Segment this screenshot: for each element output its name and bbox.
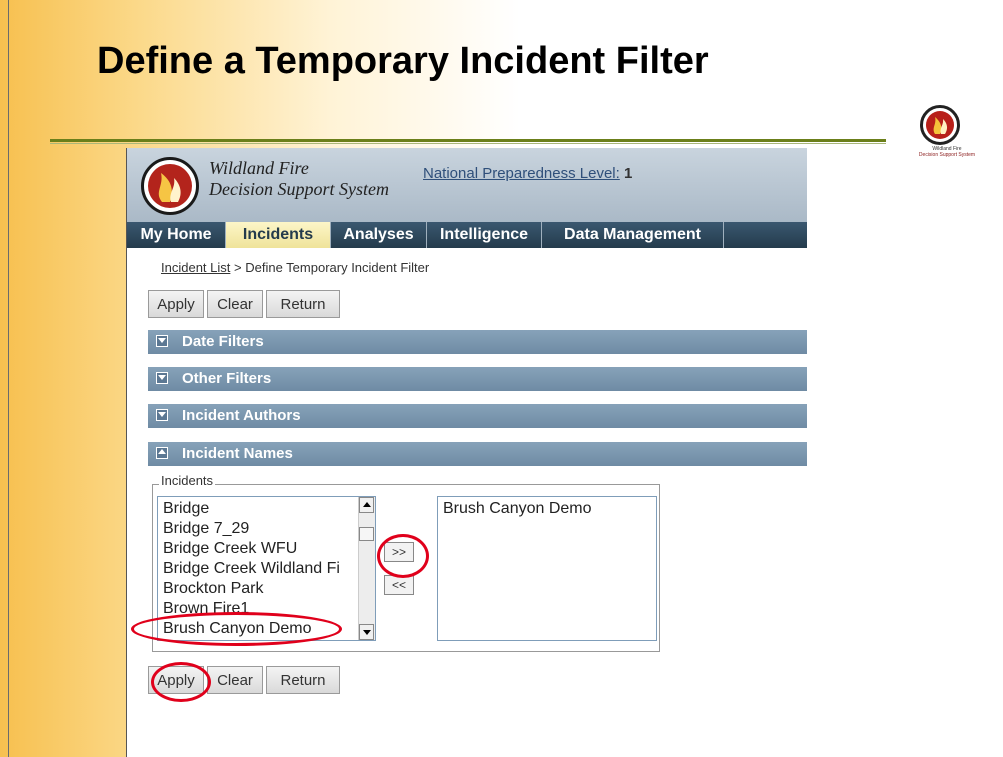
tab-analyses[interactable]: Analyses	[331, 222, 427, 248]
wfdss-screenshot: Wildland Fire Decision Support System Na…	[126, 148, 807, 757]
section-other-filters[interactable]: Other Filters	[148, 367, 807, 391]
flame-logo-icon	[141, 157, 199, 215]
expand-icon[interactable]	[156, 372, 168, 384]
move-left-button[interactable]: <<	[384, 575, 414, 595]
tab-intelligence[interactable]: Intelligence	[427, 222, 542, 248]
scroll-thumb[interactable]	[359, 527, 374, 541]
incidents-legend: Incidents	[159, 473, 216, 488]
tab-my-home[interactable]: My Home	[127, 222, 226, 248]
slide-left-border	[8, 0, 9, 757]
clear-button-top[interactable]: Clear	[207, 290, 263, 318]
npl-value: 1	[623, 165, 633, 182]
scroll-down-icon[interactable]	[359, 624, 374, 640]
apply-button-top[interactable]: Apply	[148, 290, 204, 318]
corner-logo: Wildland Fire Decision Support System	[902, 105, 992, 165]
list-scrollbar[interactable]	[358, 497, 375, 640]
clear-button-bottom[interactable]: Clear	[207, 666, 263, 694]
breadcrumb-separator: >	[234, 260, 242, 275]
section-date-filters[interactable]: Date Filters	[148, 330, 807, 354]
list-item[interactable]: Bridge	[163, 500, 209, 518]
app-name: Wildland Fire Decision Support System	[209, 158, 389, 199]
list-item[interactable]: Brush Canyon Demo	[443, 500, 592, 518]
list-item[interactable]: Bridge 7_29	[163, 520, 249, 538]
list-item[interactable]: Brown Fire1	[163, 600, 249, 618]
flame-logo-icon	[920, 105, 960, 145]
section-incident-names[interactable]: Incident Names	[148, 442, 807, 466]
return-button-top[interactable]: Return	[266, 290, 340, 318]
list-item-selected[interactable]: Brush Canyon Demo	[163, 620, 312, 638]
main-nav: My Home Incidents Analyses Intelligence …	[127, 222, 807, 248]
slide-title: Define a Temporary Incident Filter	[97, 40, 709, 82]
national-preparedness-level[interactable]: National Preparedness Level: 1	[423, 165, 632, 182]
section-incident-authors[interactable]: Incident Authors	[148, 404, 807, 428]
tab-incidents[interactable]: Incidents	[226, 222, 331, 248]
available-incidents-list[interactable]: Bridge Bridge 7_29 Bridge Creek WFU Brid…	[157, 496, 376, 641]
app-header: Wildland Fire Decision Support System Na…	[127, 148, 807, 222]
apply-button-bottom[interactable]: Apply	[148, 666, 204, 694]
list-item[interactable]: Brockton Park	[163, 580, 263, 598]
breadcrumb-incident-list[interactable]: Incident List	[161, 260, 230, 275]
expand-icon[interactable]	[156, 335, 168, 347]
tab-data-management[interactable]: Data Management	[542, 222, 724, 248]
collapse-icon[interactable]	[156, 447, 168, 459]
list-item[interactable]: Bridge Creek WFU	[163, 540, 297, 558]
breadcrumb-current: Define Temporary Incident Filter	[245, 260, 430, 275]
expand-icon[interactable]	[156, 409, 168, 421]
title-divider-shadow	[50, 143, 886, 144]
npl-label[interactable]: National Preparedness Level:	[423, 165, 620, 182]
title-divider	[50, 139, 886, 142]
selected-incidents-list[interactable]: Brush Canyon Demo	[437, 496, 657, 641]
corner-logo-text: Wildland Fire Decision Support System	[918, 146, 976, 158]
scroll-up-icon[interactable]	[359, 497, 374, 513]
move-right-button[interactable]: >>	[384, 542, 414, 562]
breadcrumb: Incident List > Define Temporary Inciden…	[161, 260, 429, 275]
return-button-bottom[interactable]: Return	[266, 666, 340, 694]
list-item[interactable]: Bridge Creek Wildland Fi	[163, 560, 340, 578]
